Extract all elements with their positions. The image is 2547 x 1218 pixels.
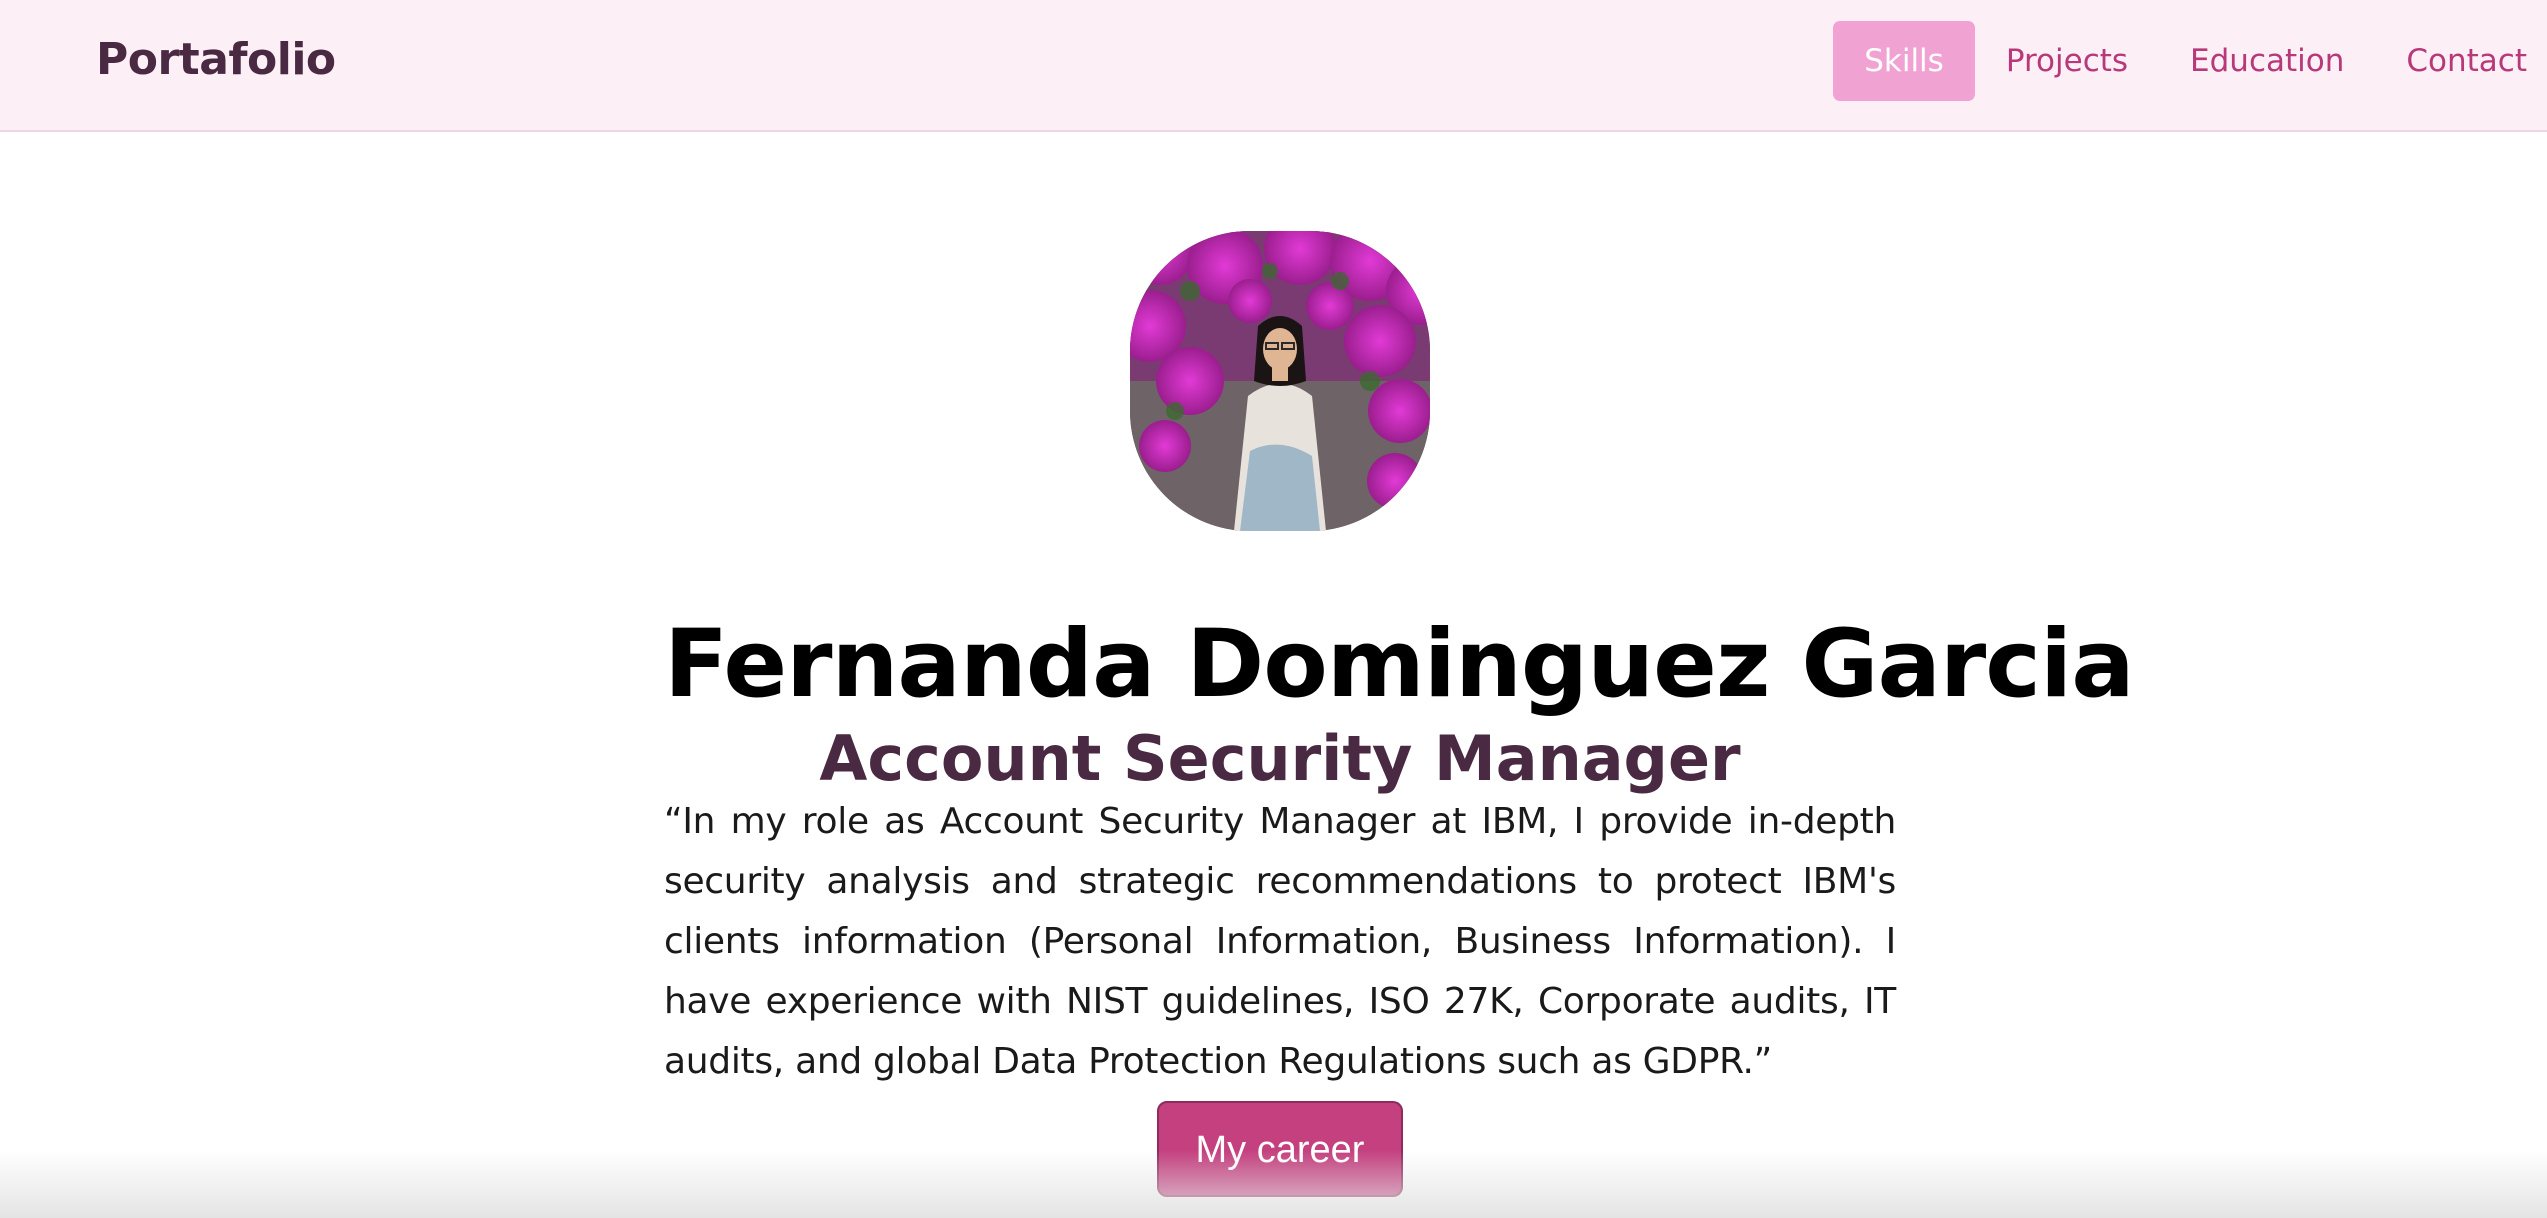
profile-photo bbox=[1130, 231, 1430, 531]
nav-link-education[interactable]: Education bbox=[2159, 21, 2375, 101]
nav-link-projects[interactable]: Projects bbox=[1975, 21, 2159, 101]
bottom-shadow bbox=[0, 1150, 2547, 1218]
nav-link-skills[interactable]: Skills bbox=[1833, 21, 1975, 101]
nav-link-contact[interactable]: Contact bbox=[2375, 21, 2547, 101]
brand-logo[interactable]: Portafolio bbox=[96, 30, 336, 90]
nav-menu: Skills Projects Education Contact bbox=[1833, 21, 2547, 101]
navbar: Portafolio Skills Projects Education Con… bbox=[0, 0, 2547, 132]
profile-photo-illustration bbox=[1130, 231, 1430, 531]
profile-bio: “In my role as Account Security Manager … bbox=[664, 801, 1896, 1082]
